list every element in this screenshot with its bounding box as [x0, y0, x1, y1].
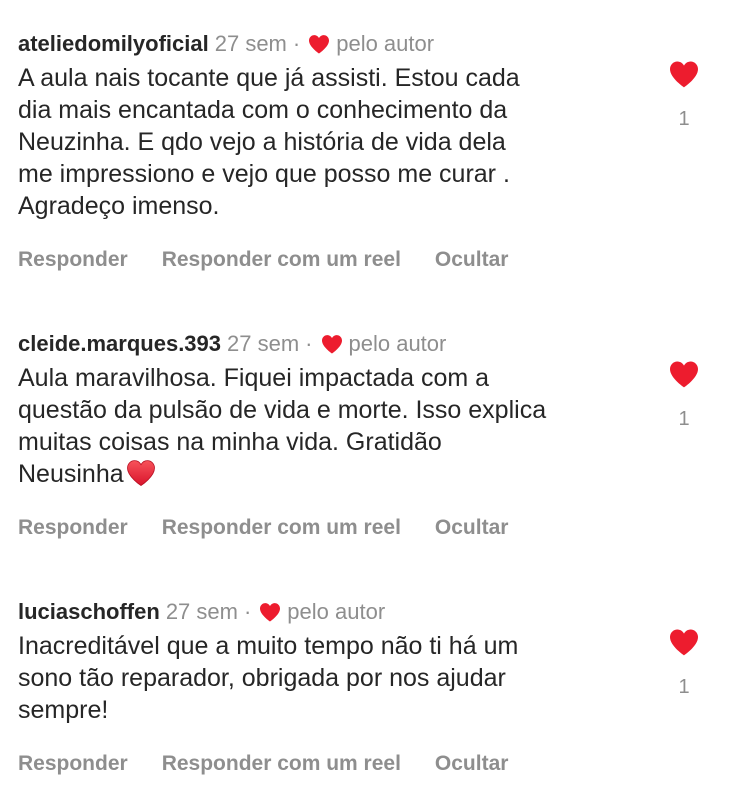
author-liked-heart-icon [308, 34, 330, 54]
hide-button[interactable]: Ocultar [435, 248, 509, 272]
like-count: 1 [678, 408, 690, 430]
comment-time: 27 sem [165, 599, 238, 624]
meta-separator: · [292, 31, 301, 56]
heart-filled-icon[interactable] [668, 360, 700, 388]
comment-actions: Responder Responder com um reel Ocultar [18, 752, 724, 776]
author-liked-heart-icon [321, 334, 343, 354]
comment-meta: cleide.marques.393 27 sem · pelo autor [18, 328, 724, 360]
comment-actions: Responder Responder com um reel Ocultar [18, 516, 724, 540]
comment-text: Aula maravilhosa. Fiquei impactada com a… [18, 362, 638, 490]
heart-filled-icon[interactable] [668, 60, 700, 88]
author-liked-label: pelo autor [348, 331, 447, 356]
author-liked-label: pelo autor [336, 31, 435, 56]
meta-separator: · [243, 599, 252, 624]
comment-text-body: Aula maravilhosa. Fiquei impactada com a… [18, 364, 547, 488]
hide-button[interactable]: Ocultar [435, 516, 509, 540]
comment-time: 27 sem [214, 31, 287, 56]
reply-button[interactable]: Responder [18, 752, 128, 776]
comment-text: Inacreditável que a muito tempo não ti h… [18, 632, 519, 724]
hide-button[interactable]: Ocultar [435, 752, 509, 776]
comment-meta: luciaschoffen 27 sem · pelo autor [18, 596, 724, 628]
comment-meta: ateliedomilyoficial 27 sem · pelo autor [18, 28, 724, 60]
reply-button[interactable]: Responder [18, 516, 128, 540]
comment-item: ateliedomilyoficial 27 sem · pelo autor … [18, 28, 724, 272]
comment-item: luciaschoffen 27 sem · pelo autor Inacre… [18, 596, 724, 776]
like-count: 1 [678, 676, 690, 698]
author-liked-label: pelo autor [287, 599, 386, 624]
comment-username[interactable]: ateliedomilyoficial [18, 31, 209, 57]
comment-like: 1 [666, 60, 702, 131]
reply-button[interactable]: Responder [18, 248, 128, 272]
comment-text: A aula nais tocante que já assisti. Esto… [18, 64, 520, 220]
comment-actions: Responder Responder com um reel Ocultar [18, 248, 724, 272]
comment-time: 27 sem [227, 331, 300, 356]
comment-item: cleide.marques.393 27 sem · pelo autor A… [18, 328, 724, 540]
reply-with-reel-button[interactable]: Responder com um reel [162, 516, 401, 540]
author-liked-heart-icon [259, 602, 281, 622]
reply-with-reel-button[interactable]: Responder com um reel [162, 752, 401, 776]
comment-username[interactable]: luciaschoffen [18, 599, 160, 625]
heart-filled-icon[interactable] [668, 628, 700, 656]
like-count: 1 [678, 108, 690, 130]
red-heart-emoji-icon [126, 459, 156, 487]
comment-like: 1 [666, 628, 702, 699]
comment-username[interactable]: cleide.marques.393 [18, 331, 221, 357]
comment-like: 1 [666, 360, 702, 431]
reply-with-reel-button[interactable]: Responder com um reel [162, 248, 401, 272]
meta-separator: · [305, 331, 313, 356]
